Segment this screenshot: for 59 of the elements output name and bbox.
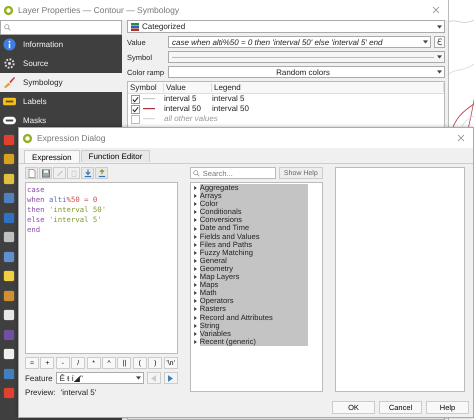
checkbox[interactable]	[131, 94, 140, 104]
checkbox[interactable]	[131, 114, 140, 124]
checkbox[interactable]	[131, 104, 140, 114]
logo-icon	[22, 132, 33, 144]
dropdown-arrow-icon	[136, 376, 141, 380]
label-icon	[3, 95, 16, 108]
sidebar-item[interactable]: Masks	[0, 111, 122, 130]
dropdown-arrow-icon	[437, 70, 442, 74]
tab[interactable]: Expression	[24, 150, 80, 163]
table-cell-text: interval 50	[164, 104, 202, 114]
dropdown-arrow-icon	[423, 40, 428, 44]
next-button[interactable]	[164, 372, 178, 384]
column-header[interactable]: Legend	[212, 83, 444, 92]
floppy-icon	[42, 168, 50, 178]
mask-icon	[3, 114, 16, 127]
download-icon	[84, 168, 92, 178]
pencil-icon	[56, 168, 64, 178]
renderer-dropdown[interactable]: Categorized	[127, 20, 445, 33]
search-icon	[4, 24, 11, 31]
new-file-button[interactable]	[25, 167, 38, 179]
expression-button[interactable]	[434, 36, 445, 48]
logo-icon	[3, 4, 14, 16]
sidebar-item[interactable]: Source	[0, 54, 122, 73]
column-header[interactable]: Value	[164, 83, 212, 92]
preview-label: Preview:	[25, 388, 56, 397]
value-field[interactable]: case when alti%50 = 0 then 'interval 50' else 'interval 5' end	[168, 36, 431, 48]
feature-dropdown[interactable]: Ê ŧ í◢"	[56, 372, 144, 384]
trash-icon	[70, 168, 78, 178]
symbol-field[interactable]	[168, 51, 445, 63]
close-icon[interactable]	[432, 6, 440, 14]
sidebar-item[interactable]: Labels	[0, 92, 122, 111]
window-title: Expression Dialog	[37, 133, 107, 143]
feature-label: Feature	[25, 374, 53, 382]
info-icon	[3, 38, 16, 51]
tab[interactable]: Function Editor	[80, 150, 150, 162]
preview-value: 'interval 5'	[60, 388, 96, 397]
close-icon[interactable]	[457, 134, 465, 142]
sidebar-item[interactable]: Symbology	[0, 73, 122, 92]
column-header[interactable]: Symbol	[128, 83, 164, 92]
categorized-icon	[131, 22, 139, 30]
table-cell-text: interval 5	[212, 94, 246, 104]
upload-icon	[98, 168, 106, 178]
epsilon-icon	[436, 38, 442, 46]
dropdown-arrow-icon	[437, 24, 442, 28]
table-cell-text: all other values	[164, 114, 219, 124]
sidebar-item[interactable]: Information	[0, 35, 122, 54]
import-button[interactable]	[81, 167, 94, 179]
table-cell-text: interval 50	[212, 104, 250, 114]
save-button[interactable]	[39, 167, 52, 179]
export-button[interactable]	[95, 167, 108, 179]
search-icon	[192, 170, 200, 176]
table-cell-text: interval 5	[164, 94, 198, 104]
color-ramp-dropdown[interactable]: Random colors	[168, 66, 445, 78]
search-field[interactable]	[0, 20, 122, 35]
page-icon	[28, 168, 36, 178]
dropdown-arrow-icon	[437, 55, 442, 59]
window-title: Layer Properties — Contour — Symbology	[18, 5, 180, 15]
left-triangle-icon	[151, 374, 156, 382]
right-triangle-icon	[168, 374, 174, 382]
